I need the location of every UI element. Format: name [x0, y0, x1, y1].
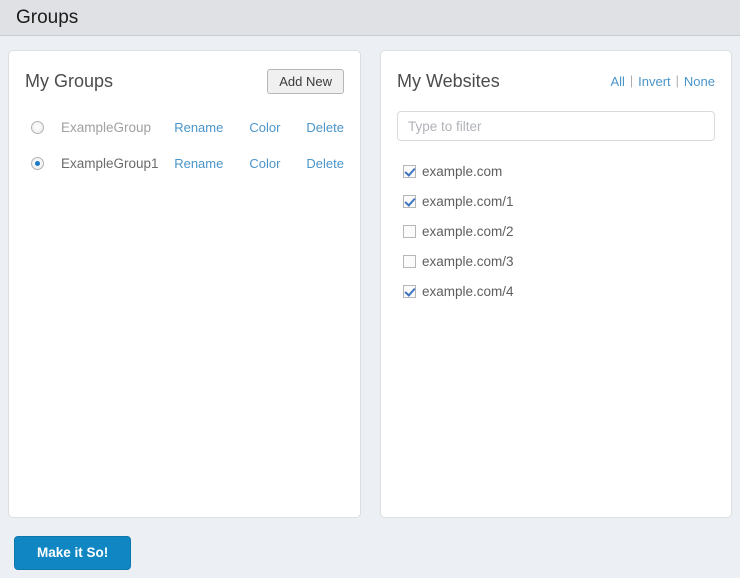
separator: | — [675, 74, 679, 88]
list-item[interactable]: example.com/2 — [397, 216, 715, 246]
group-row-actions: Rename Color Delete — [174, 120, 344, 135]
select-invert-link[interactable]: Invert — [638, 74, 671, 89]
footer: Make it So! — [0, 518, 740, 570]
group-row-actions: Rename Color Delete — [174, 156, 344, 171]
filter-input[interactable] — [397, 111, 715, 141]
website-checkbox[interactable] — [403, 224, 416, 238]
group-row[interactable]: ExampleGroup Rename Color Delete — [25, 109, 344, 145]
group-name: ExampleGroup — [61, 119, 152, 135]
website-checkbox[interactable] — [403, 164, 416, 178]
my-websites-header: My Websites All | Invert | None — [397, 65, 715, 97]
list-item[interactable]: example.com/4 — [397, 276, 715, 306]
group-name: ExampleGroup1 — [61, 155, 159, 171]
website-name: example.com/4 — [422, 283, 514, 299]
my-groups-panel: My Groups Add New ExampleGroup Rename Co… — [8, 50, 361, 518]
group-radio-icon[interactable] — [31, 120, 44, 134]
website-checkbox[interactable] — [403, 194, 416, 208]
website-name: example.com/3 — [422, 253, 514, 269]
website-checkbox[interactable] — [403, 284, 416, 298]
page-title: Groups — [16, 7, 79, 28]
add-new-button[interactable]: Add New — [267, 68, 344, 94]
separator: | — [629, 74, 634, 88]
my-groups-title: My Groups — [25, 71, 114, 91]
panels-container: My Groups Add New ExampleGroup Rename Co… — [0, 36, 740, 518]
my-websites-panel: My Websites All | Invert | None example.… — [380, 50, 732, 518]
delete-link[interactable]: Delete — [306, 120, 344, 135]
list-item[interactable]: example.com — [397, 156, 715, 186]
page-header: Groups — [0, 0, 740, 36]
website-name: example.com/2 — [422, 223, 514, 239]
delete-link[interactable]: Delete — [306, 156, 344, 171]
color-link[interactable]: Color — [249, 120, 280, 135]
list-item[interactable]: example.com/3 — [397, 246, 715, 276]
website-name: example.com/1 — [422, 193, 514, 209]
website-list: example.com example.com/1 example.com/2 … — [397, 156, 715, 306]
group-row[interactable]: ExampleGroup1 Rename Color Delete — [25, 145, 344, 181]
my-groups-header: My Groups Add New — [25, 65, 344, 97]
select-none-link[interactable]: None — [684, 74, 715, 89]
color-link[interactable]: Color — [249, 156, 280, 171]
group-radio-icon[interactable] — [31, 156, 44, 170]
website-name: example.com — [422, 163, 503, 179]
my-websites-title: My Websites — [397, 71, 500, 91]
list-item[interactable]: example.com/1 — [397, 186, 715, 216]
rename-link[interactable]: Rename — [174, 156, 223, 171]
rename-link[interactable]: Rename — [174, 120, 223, 135]
select-all-link[interactable]: All — [610, 74, 624, 89]
website-checkbox[interactable] — [403, 254, 416, 268]
selection-links: All | Invert | None — [610, 74, 715, 89]
group-list: ExampleGroup Rename Color Delete Example… — [25, 109, 344, 181]
make-it-so-button[interactable]: Make it So! — [14, 536, 132, 570]
